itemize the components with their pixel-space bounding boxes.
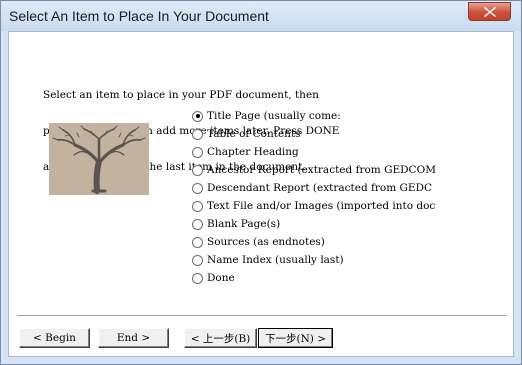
tree-image [49, 123, 149, 195]
dialog-window: Select An Item to Place In Your Document… [0, 0, 522, 365]
option-label: Name Index (usually last) [207, 254, 344, 266]
next-button[interactable]: 下一步(N) > [258, 328, 333, 348]
title-bar: Select An Item to Place In Your Document [1, 1, 521, 31]
radio-button[interactable] [192, 182, 203, 194]
option-label: Sources (as endnotes) [207, 236, 325, 248]
option-ancestor-report[interactable]: Ancestor Report (extracted from GEDCOM [192, 161, 457, 179]
option-label: Title Page (usually come: [207, 110, 341, 122]
option-text-file-images[interactable]: Text File and/or Images (imported into d… [192, 197, 457, 215]
option-blank-pages[interactable]: Blank Page(s) [192, 215, 457, 233]
back-button[interactable]: < 上一步(B) [184, 328, 257, 348]
option-label: Descendant Report (extracted from GEDC [207, 182, 433, 194]
radio-button[interactable] [192, 200, 203, 212]
radio-button[interactable] [192, 254, 203, 266]
close-icon [484, 7, 496, 17]
dialog-content: Select an item to place in your PDF docu… [8, 31, 514, 357]
instruction-line: Select an item to place in your PDF docu… [43, 89, 319, 101]
end-button[interactable]: End > [98, 328, 169, 348]
radio-button[interactable] [192, 236, 203, 248]
radio-button[interactable] [192, 110, 203, 122]
close-button[interactable] [468, 2, 511, 21]
radio-button[interactable] [192, 146, 203, 158]
radio-button[interactable] [192, 218, 203, 230]
option-done[interactable]: Done [192, 269, 457, 287]
option-descendant-report[interactable]: Descendant Report (extracted from GEDC [192, 179, 457, 197]
radio-button[interactable] [192, 272, 203, 284]
item-options: Title Page (usually come: Table of Conte… [192, 107, 457, 287]
option-chapter-heading[interactable]: Chapter Heading [192, 143, 457, 161]
option-sources[interactable]: Sources (as endnotes) [192, 233, 457, 251]
begin-button[interactable]: < Begin [19, 328, 90, 348]
option-table-of-contents[interactable]: Table of Contents [192, 125, 457, 143]
window-title: Select An Item to Place In Your Document [9, 8, 269, 24]
tree-icon [52, 125, 146, 194]
option-title-page[interactable]: Title Page (usually come: [192, 107, 457, 125]
radio-button[interactable] [192, 164, 203, 176]
separator [17, 315, 507, 317]
option-label: Blank Page(s) [207, 218, 281, 230]
option-name-index[interactable]: Name Index (usually last) [192, 251, 457, 269]
radio-button[interactable] [192, 128, 203, 140]
option-label: Done [207, 272, 235, 284]
option-label: Text File and/or Images (imported into d… [207, 200, 436, 212]
option-label: Ancestor Report (extracted from GEDCOM [207, 164, 436, 176]
option-label: Table of Contents [207, 128, 301, 140]
option-label: Chapter Heading [207, 146, 299, 158]
